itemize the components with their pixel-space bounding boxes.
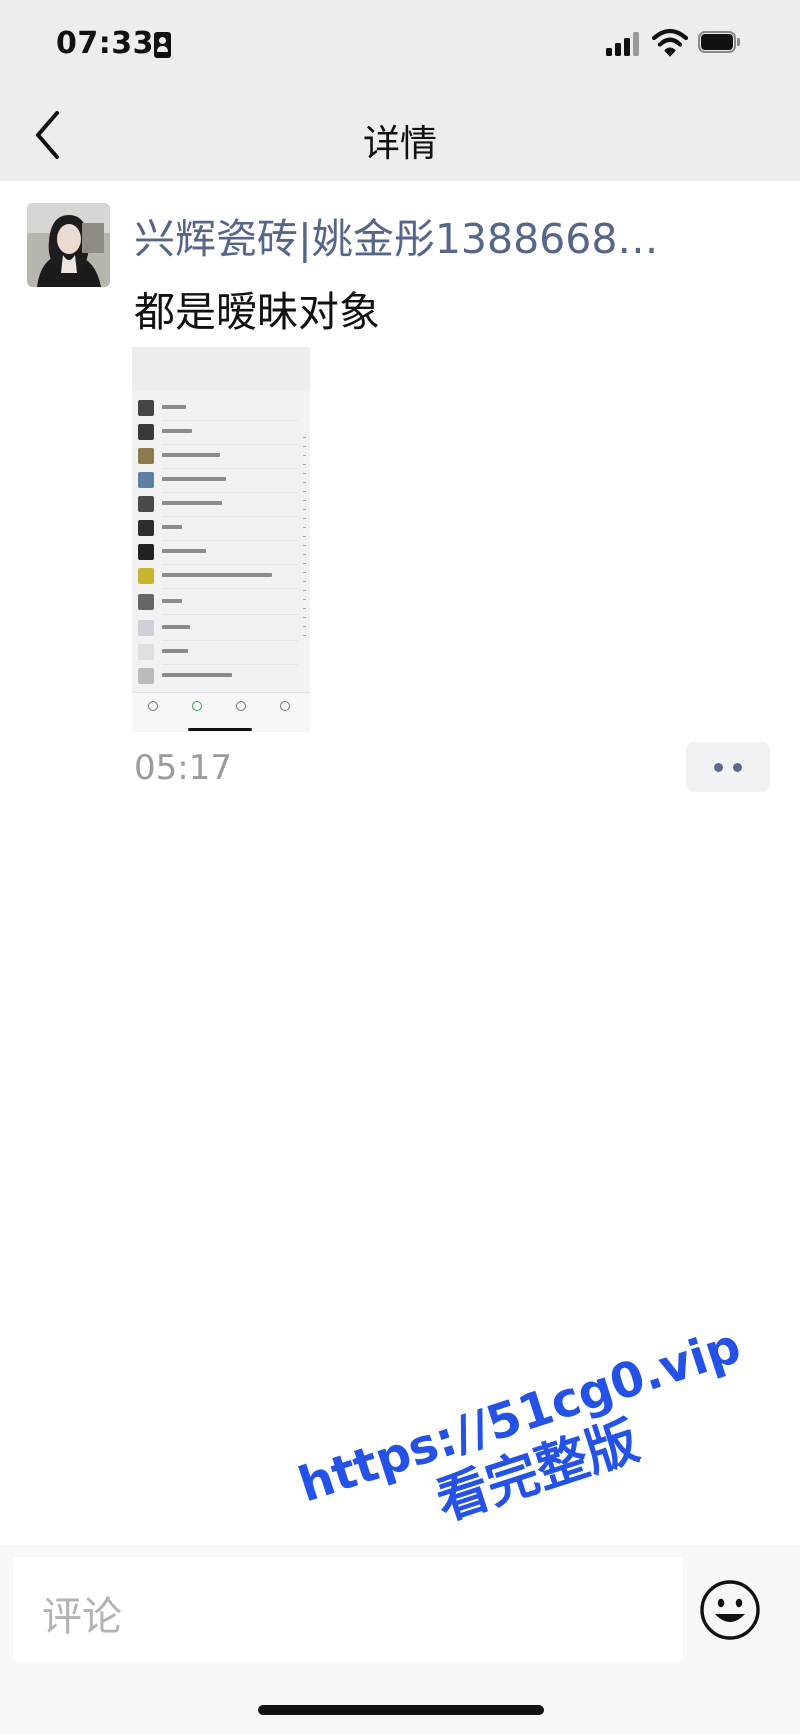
cellular-signal-icon xyxy=(606,32,640,56)
emoji-button[interactable] xyxy=(698,1578,762,1642)
wifi-icon xyxy=(652,28,688,57)
post-text: 都是暧昧对象 xyxy=(134,288,380,336)
home-indicator[interactable] xyxy=(258,1705,544,1715)
thumbnail-tabbar xyxy=(132,692,310,732)
post-image[interactable] xyxy=(132,347,310,732)
avatar-image xyxy=(27,203,110,287)
thumbnail-header xyxy=(132,347,310,391)
more-dots-icon xyxy=(714,763,723,772)
emoji-icon xyxy=(700,1580,760,1640)
post-time: 05:17 xyxy=(134,748,232,788)
comment-placeholder: 评论 xyxy=(42,1594,122,1640)
thumbnail-index-bar xyxy=(303,437,306,637)
page-title: 详情 xyxy=(363,122,437,165)
status-time: 07:33 xyxy=(56,26,154,61)
top-bar: 07:33 详情 xyxy=(0,0,800,181)
post-username[interactable]: 兴辉瓷砖|姚金彤1388668… xyxy=(134,205,774,265)
avatar[interactable] xyxy=(27,203,110,287)
contact-card-icon xyxy=(154,32,171,58)
more-actions-button[interactable] xyxy=(686,742,770,792)
more-dots-icon-dot xyxy=(733,763,742,772)
battery-icon xyxy=(698,31,742,55)
